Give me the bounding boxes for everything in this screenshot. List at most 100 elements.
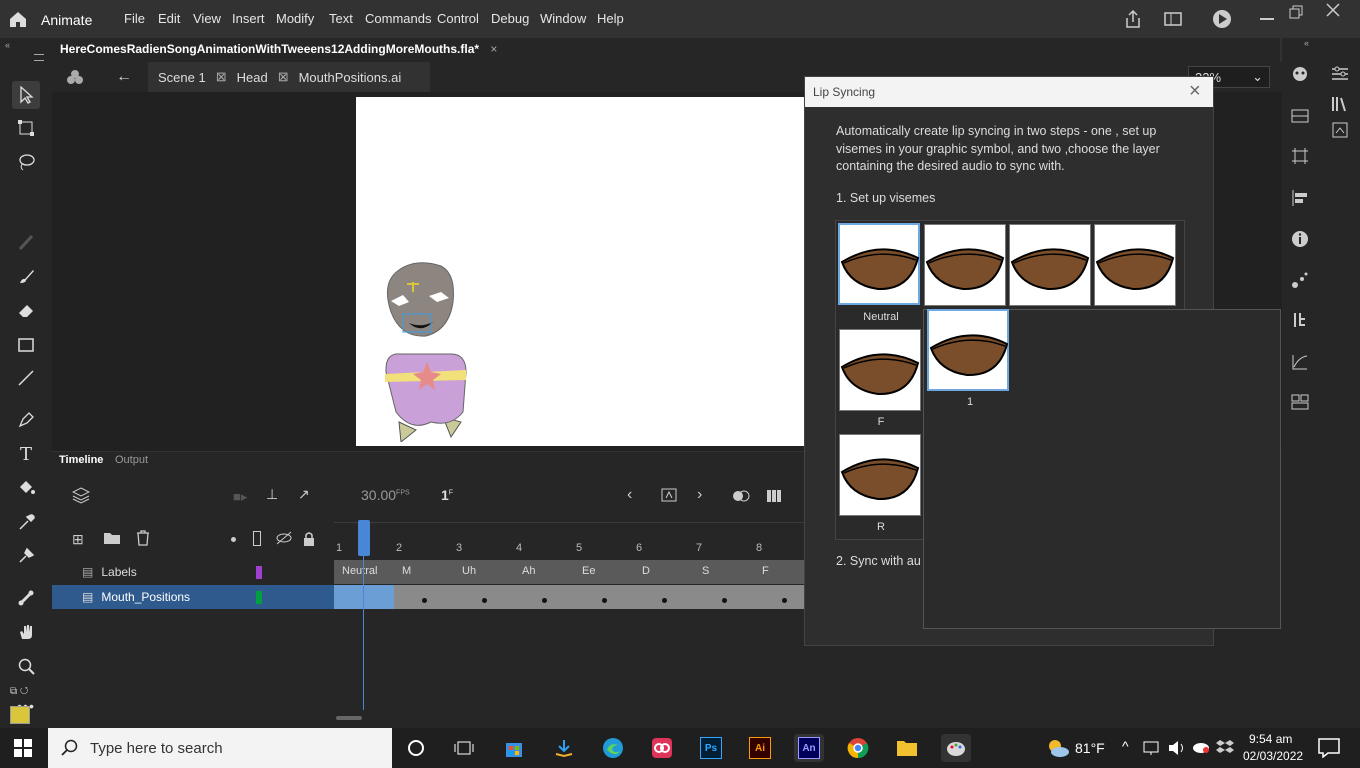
swatches-icon[interactable] [1286,102,1314,130]
viseme-tile-4[interactable] [1094,224,1176,306]
layer-parenting-icon[interactable]: ⊥ [266,486,278,503]
dropbox-icon[interactable] [1216,739,1234,758]
timeline-scrollbar[interactable] [336,716,362,720]
menu-commands[interactable]: Commands [365,11,431,26]
viseme-tile-2[interactable] [924,224,1006,306]
layer-color-swatch[interactable] [256,565,262,579]
outline-icon[interactable] [253,531,261,546]
show-hidden-icons[interactable]: ^ [1122,738,1129,754]
character-animator-icon[interactable] [1286,60,1314,88]
taskbar-search[interactable]: Type here to search [48,728,392,768]
library-icon[interactable] [1326,90,1354,118]
motion-presets-icon[interactable] [1286,266,1314,294]
scene-icon[interactable] [66,68,84,89]
panel-menu-icon[interactable] [34,54,44,61]
task-view-icon[interactable] [449,734,479,762]
keyframe-dot[interactable] [602,598,607,603]
hand-tool-icon[interactable] [12,618,40,646]
character-graphic[interactable] [371,262,471,442]
tab-timeline[interactable]: Timeline [59,454,103,466]
menu-file[interactable]: File [124,11,145,26]
creative-cloud-tray-icon[interactable] [1192,740,1210,757]
lock-icon[interactable] [302,531,316,550]
pin-tool-icon[interactable] [12,542,40,570]
zoom-tool-icon[interactable] [12,652,40,680]
animate-icon[interactable]: An [794,734,824,762]
new-layer-icon[interactable]: ⊞ [72,531,84,548]
align-icon[interactable] [1286,184,1314,212]
viseme-tile-3[interactable] [1009,224,1091,306]
onion-skin-icon[interactable] [732,489,750,506]
menu-control[interactable]: Control [437,11,479,26]
viseme-f[interactable] [839,329,921,411]
keyframe-dot[interactable] [722,598,727,603]
photoshop-icon[interactable]: Ps [696,734,726,762]
swap-colors-icon[interactable]: ⧉ ↺ [10,686,28,697]
delete-layer-icon[interactable] [136,530,150,549]
pen-tool-icon[interactable] [12,406,40,434]
weather-temp[interactable]: 81°F [1075,740,1105,756]
text-tool-icon[interactable]: T [12,440,40,468]
properties-icon[interactable] [1326,60,1354,88]
keyframe-dot[interactable] [482,598,487,603]
transform-icon[interactable] [1286,142,1314,170]
viseme-picker-option[interactable] [927,309,1009,391]
eyedropper-tool-icon[interactable] [12,508,40,536]
layers-icon[interactable] [71,486,91,507]
layer-row-labels[interactable]: ▤ Labels [52,560,336,584]
breadcrumb-mouthpositions[interactable]: MouthPositions.ai [299,70,402,85]
close-window-icon[interactable] [1326,3,1340,20]
code-snippets-icon[interactable] [1286,388,1314,416]
motion-editor-icon[interactable] [1286,348,1314,376]
keyframe-dot[interactable] [782,598,787,603]
expand-panels-icon[interactable]: « [1304,38,1309,48]
network-icon[interactable] [1143,740,1161,759]
lasso-tool-icon[interactable] [12,148,40,176]
tab-output[interactable]: Output [115,454,148,466]
menu-help[interactable]: Help [597,11,624,26]
minimize-icon[interactable] [1260,18,1274,20]
rectangle-tool-icon[interactable] [12,331,40,359]
share-icon[interactable] [1124,9,1142,32]
breadcrumb-head[interactable]: Head [237,70,268,85]
keyframe-dot[interactable] [662,598,667,603]
prev-frame-icon[interactable]: ‹ [627,486,632,504]
info-icon[interactable] [1286,225,1314,253]
keyframe-dot[interactable] [542,598,547,603]
creative-cloud-icon[interactable] [647,734,677,762]
close-tab-icon[interactable]: × [490,42,497,56]
paint-bucket-tool-icon[interactable] [12,474,40,502]
current-frame-display[interactable]: 1F [441,487,453,503]
playhead[interactable] [358,520,370,556]
viseme-r[interactable] [839,434,921,516]
file-explorer-icon[interactable] [892,734,922,762]
workspace-icon[interactable] [1164,11,1182,30]
highlight-dot-icon[interactable] [231,537,236,542]
stage-canvas[interactable] [356,97,806,446]
notifications-icon[interactable] [1318,738,1340,761]
viseme-neutral[interactable] [838,223,920,305]
breadcrumb-scene[interactable]: Scene 1 [158,70,206,85]
eraser-tool-icon[interactable] [12,296,40,324]
illustrator-icon[interactable]: Ai [745,734,775,762]
menu-edit[interactable]: Edit [158,11,180,26]
components-icon[interactable] [1286,306,1314,334]
edit-multiple-frames-icon[interactable] [766,489,782,506]
edge-icon[interactable] [598,734,628,762]
dialog-title-bar[interactable]: Lip Syncing [805,77,1213,107]
back-arrow-icon[interactable]: ← [116,68,132,86]
fill-color-swatch[interactable] [10,706,30,724]
menu-modify[interactable]: Modify [276,11,314,26]
menu-insert[interactable]: Insert [232,11,265,26]
weather-icon[interactable] [1046,737,1070,762]
menu-view[interactable]: View [193,11,221,26]
chrome-icon[interactable] [843,734,873,762]
test-movie-icon[interactable] [1212,9,1232,32]
line-tool-icon[interactable] [12,364,40,392]
paint-brush-tool-icon[interactable] [12,262,40,290]
paint-icon[interactable] [941,734,971,762]
insert-keyframe-icon[interactable] [661,486,677,505]
menu-debug[interactable]: Debug [491,11,529,26]
graph-icon[interactable]: ↗ [298,486,310,503]
microsoft-store-icon[interactable] [499,734,529,762]
